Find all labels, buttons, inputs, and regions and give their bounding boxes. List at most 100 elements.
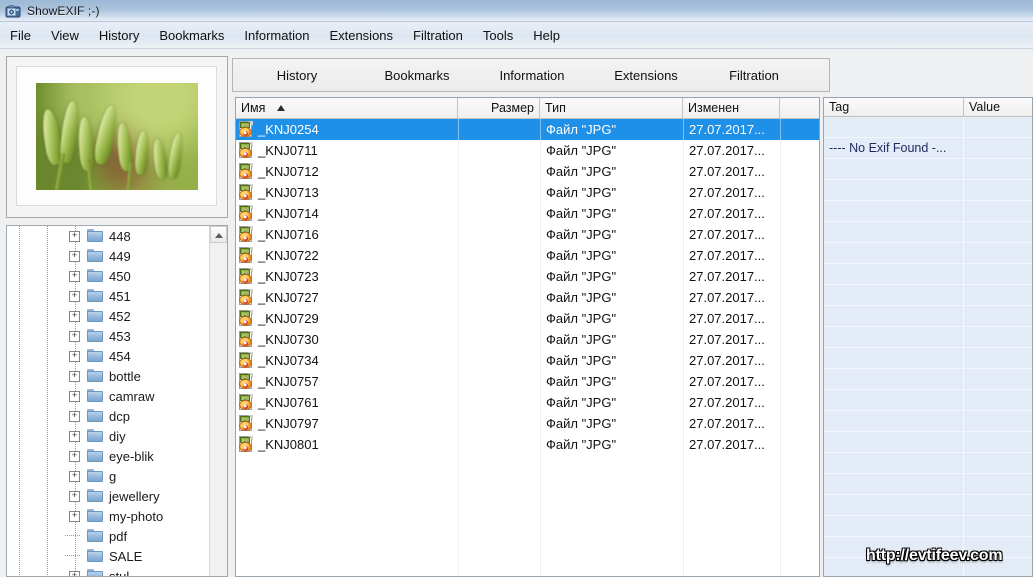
- table-row[interactable]: _KNJ0761 Файл "JPG"27.07.2017...: [236, 392, 819, 413]
- scroll-up-button[interactable]: [210, 226, 227, 243]
- menu-item-file[interactable]: File: [0, 25, 41, 46]
- table-row-empty: [236, 539, 819, 560]
- tree-item-my-photo[interactable]: my-photo: [7, 506, 209, 526]
- exif-row[interactable]: ---- No Exif Found -...: [824, 137, 1032, 159]
- table-row[interactable]: _KNJ0712 Файл "JPG"27.07.2017...: [236, 161, 819, 182]
- exif-row-empty: [824, 221, 1032, 243]
- expand-plus-icon[interactable]: [69, 371, 80, 382]
- expand-plus-icon[interactable]: [69, 451, 80, 462]
- table-row[interactable]: _KNJ0729 Файл "JPG"27.07.2017...: [236, 308, 819, 329]
- expand-plus-icon[interactable]: [69, 431, 80, 442]
- column-header-tag[interactable]: Tag: [824, 98, 964, 116]
- file-type-cell: Файл "JPG": [540, 434, 683, 455]
- jpg-file-icon: [238, 415, 254, 432]
- folder-icon: [87, 489, 103, 502]
- tree-item-452[interactable]: 452: [7, 306, 209, 326]
- menu-item-filtration[interactable]: Filtration: [403, 25, 473, 46]
- table-row[interactable]: _KNJ0797 Файл "JPG"27.07.2017...: [236, 413, 819, 434]
- tree-item-453[interactable]: 453: [7, 326, 209, 346]
- column-header-value[interactable]: Value: [964, 98, 1032, 116]
- file-type-cell: Файл "JPG": [540, 119, 683, 140]
- file-name-label: _KNJ0723: [258, 269, 319, 284]
- column-header-modified[interactable]: Изменен: [683, 98, 780, 118]
- table-row[interactable]: _KNJ0711 Файл "JPG"27.07.2017...: [236, 140, 819, 161]
- file-list-body[interactable]: _KNJ0254Файл "JPG"27.07.2017..._KNJ0711Ф…: [236, 119, 819, 576]
- tree-item-dcp[interactable]: dcp: [7, 406, 209, 426]
- expand-plus-icon[interactable]: [69, 471, 80, 482]
- file-name-label: _KNJ0716: [258, 227, 319, 242]
- tab-extensions[interactable]: Extensions: [591, 62, 701, 89]
- expand-plus-icon[interactable]: [69, 491, 80, 502]
- file-name-label: _KNJ0730: [258, 332, 319, 347]
- menu-item-information[interactable]: Information: [234, 25, 319, 46]
- expand-plus-icon[interactable]: [69, 331, 80, 342]
- tree-item-g[interactable]: g: [7, 466, 209, 486]
- tree-item-eye-blik[interactable]: eye-blik: [7, 446, 209, 466]
- tree-item-pdf[interactable]: pdf: [7, 526, 209, 546]
- column-header-name[interactable]: Имя: [236, 98, 458, 118]
- tree-item-camraw[interactable]: camraw: [7, 386, 209, 406]
- table-row[interactable]: _KNJ0254 Файл "JPG"27.07.2017...: [236, 119, 819, 140]
- table-row[interactable]: _KNJ0727 Файл "JPG"27.07.2017...: [236, 287, 819, 308]
- table-row[interactable]: _KNJ0734 Файл "JPG"27.07.2017...: [236, 350, 819, 371]
- tree-item-448[interactable]: 448: [7, 226, 209, 246]
- file-name-cell: _KNJ0729: [236, 308, 458, 329]
- table-row[interactable]: _KNJ0722 Файл "JPG"27.07.2017...: [236, 245, 819, 266]
- folder-icon: [87, 389, 103, 402]
- file-modified-cell: 27.07.2017...: [683, 413, 780, 434]
- tree-item-bottle[interactable]: bottle: [7, 366, 209, 386]
- table-row[interactable]: _KNJ0730 Файл "JPG"27.07.2017...: [236, 329, 819, 350]
- tab-bookmarks[interactable]: Bookmarks: [361, 62, 473, 89]
- expand-plus-icon[interactable]: [69, 291, 80, 302]
- tree-item-diy[interactable]: diy: [7, 426, 209, 446]
- file-type-cell: Файл "JPG": [540, 224, 683, 245]
- preview-thumbnail[interactable]: [35, 82, 198, 190]
- menu-item-tools[interactable]: Tools: [473, 25, 523, 46]
- tree-item-451[interactable]: 451: [7, 286, 209, 306]
- tab-history[interactable]: History: [233, 62, 361, 89]
- folder-tree-panel: 448 449 450 451 452 453 454 bottle camraw dcp diy e…: [6, 225, 228, 577]
- tree-item-stul[interactable]: stul: [7, 566, 209, 576]
- tree-item-sale[interactable]: SALE: [7, 546, 209, 566]
- folder-icon: [87, 529, 103, 542]
- expand-plus-icon[interactable]: [69, 391, 80, 402]
- menu-item-help[interactable]: Help: [523, 25, 570, 46]
- expand-plus-icon[interactable]: [69, 251, 80, 262]
- expand-plus-icon[interactable]: [69, 271, 80, 282]
- expand-plus-icon[interactable]: [69, 351, 80, 362]
- tab-information[interactable]: Information: [473, 62, 591, 89]
- folder-tree-scrollbar[interactable]: [209, 226, 227, 576]
- tree-item-454[interactable]: 454: [7, 346, 209, 366]
- table-row[interactable]: _KNJ0714 Файл "JPG"27.07.2017...: [236, 203, 819, 224]
- tree-item-jewellery[interactable]: jewellery: [7, 486, 209, 506]
- menu-item-bookmarks[interactable]: Bookmarks: [149, 25, 234, 46]
- file-name-label: _KNJ0722: [258, 248, 319, 263]
- folder-tree-list[interactable]: 448 449 450 451 452 453 454 bottle camraw dcp diy e…: [7, 226, 209, 576]
- exif-row[interactable]: [824, 116, 1032, 138]
- tree-item-label: 448: [109, 228, 131, 244]
- column-header-type[interactable]: Тип: [540, 98, 683, 118]
- table-row[interactable]: _KNJ0713 Файл "JPG"27.07.2017...: [236, 182, 819, 203]
- file-modified-cell: 27.07.2017...: [683, 392, 780, 413]
- table-row[interactable]: _KNJ0757 Файл "JPG"27.07.2017...: [236, 371, 819, 392]
- folder-icon: [87, 469, 103, 482]
- table-row[interactable]: _KNJ0723 Файл "JPG"27.07.2017...: [236, 266, 819, 287]
- menu-item-history[interactable]: History: [89, 25, 149, 46]
- menu-item-view[interactable]: View: [41, 25, 89, 46]
- tab-filtration[interactable]: Filtration: [701, 62, 807, 89]
- column-header-size[interactable]: Размер: [458, 98, 540, 118]
- expand-plus-icon[interactable]: [69, 231, 80, 242]
- table-row[interactable]: _KNJ0801 Файл "JPG"27.07.2017...: [236, 434, 819, 455]
- table-row[interactable]: _KNJ0716 Файл "JPG"27.07.2017...: [236, 224, 819, 245]
- file-size-cell: [458, 245, 540, 266]
- expand-plus-icon[interactable]: [69, 411, 80, 422]
- tree-item-449[interactable]: 449: [7, 246, 209, 266]
- menu-item-extensions[interactable]: Extensions: [319, 25, 403, 46]
- tree-item-450[interactable]: 450: [7, 266, 209, 286]
- file-type-cell: Файл "JPG": [540, 182, 683, 203]
- file-size-cell: [458, 119, 540, 140]
- expand-plus-icon[interactable]: [69, 511, 80, 522]
- exif-body[interactable]: ---- No Exif Found -...: [824, 116, 1032, 576]
- expand-plus-icon[interactable]: [69, 311, 80, 322]
- expand-plus-icon[interactable]: [69, 571, 80, 576]
